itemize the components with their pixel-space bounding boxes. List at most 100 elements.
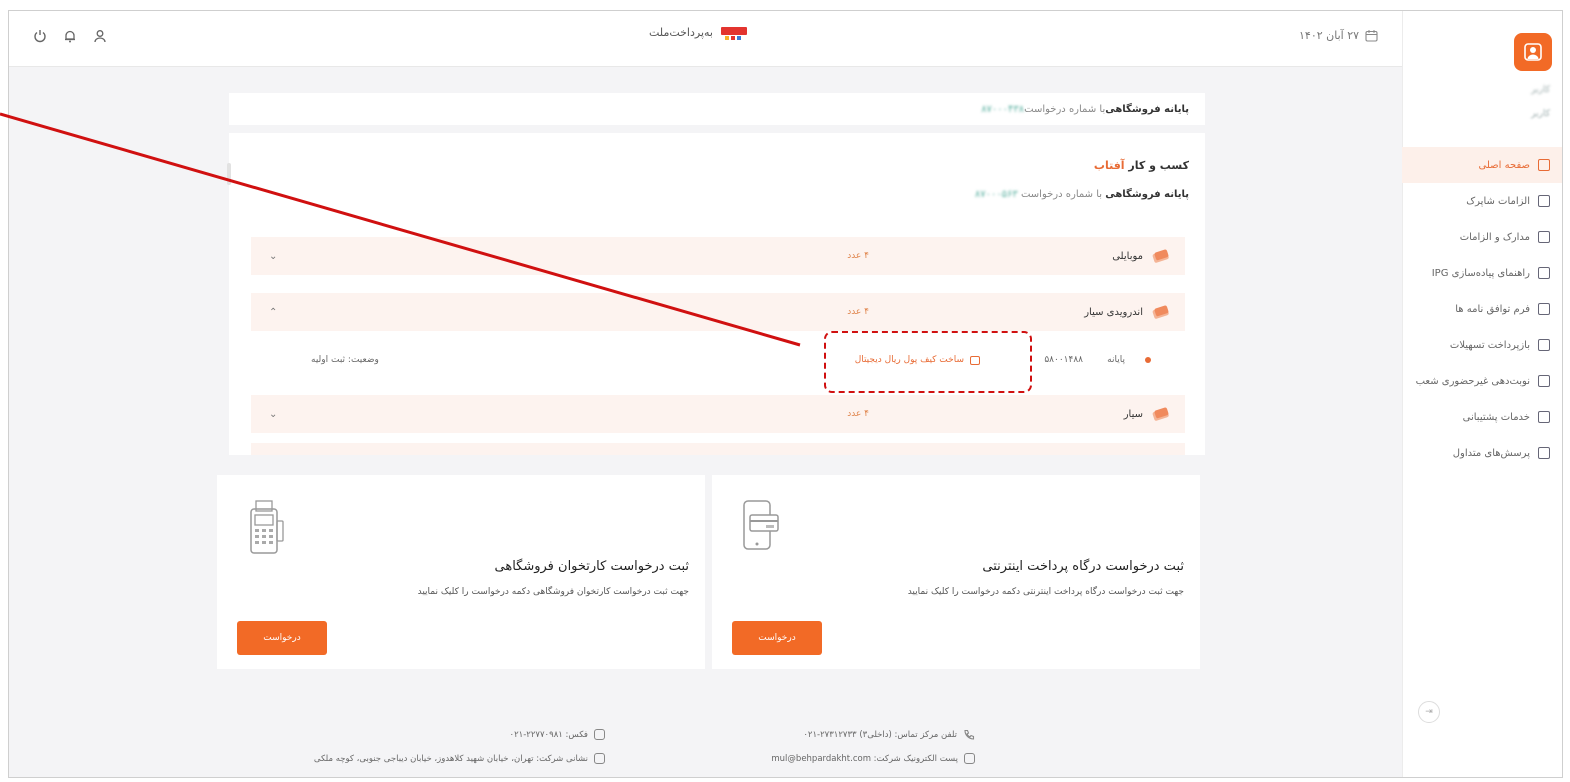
fax-icon xyxy=(594,729,605,740)
sidebar-item-ipg-guide[interactable]: راهنمای پیاده‌سازی IPG xyxy=(1402,255,1562,291)
logo-mark-icon xyxy=(720,27,747,40)
avatar[interactable] xyxy=(1514,33,1552,71)
sidebar-item-label: خدمات پشتیبانی xyxy=(1462,411,1530,423)
sidebar-item-label: بازپرداخت تسهیلات xyxy=(1449,339,1530,351)
card-payment-icon xyxy=(1152,407,1169,421)
footer-address-text: نشانی شرکت: تهران، خیابان شهید کلاهدوز، … xyxy=(313,753,588,764)
request-label: با شماره درخواست xyxy=(1024,103,1106,115)
bell-icon[interactable] xyxy=(61,27,79,45)
business-title-prefix: کسب و کار xyxy=(1124,159,1189,172)
sidebar-item-label: راهنمای پیاده‌سازی IPG xyxy=(1431,267,1530,279)
sidebar-item-support[interactable]: خدمات پشتیبانی xyxy=(1402,399,1562,435)
business-name: آفتاب xyxy=(1093,159,1125,172)
card-icon xyxy=(1538,339,1550,351)
request-number: ۸۷۰۰۰۵۶۳ xyxy=(974,189,1018,200)
logo-text: به‌پرداخت‌ملت xyxy=(649,25,713,39)
ipg-request-description: جهت ثبت درخواست درگاه پرداخت اینترنتی دک… xyxy=(907,587,1184,597)
footer-email-text[interactable]: پست الکترونیک شرکت: mul@behpardakht.com xyxy=(771,754,958,764)
sidebar-item-booking[interactable]: نوبت‌دهی غیرحضوری شعب xyxy=(1402,363,1562,399)
chevron-down-icon[interactable]: ⌄ xyxy=(269,251,277,262)
business-card: کسب و کار آفتاب پایانه فروشگاهی با شماره… xyxy=(229,133,1205,455)
footer-phone-text: تلفن مرکز تماس: (داخلی۳) ۲۷۳۱۲۷۳۳-۰۲۱ xyxy=(803,730,957,740)
sidebar-item-agreements[interactable]: فرم توافق نامه ها xyxy=(1402,291,1562,327)
terminal-label: پایانه xyxy=(1107,355,1125,365)
pos-request-button[interactable]: درخواست xyxy=(237,621,327,655)
phone-icon xyxy=(964,729,975,740)
sidebar-item-label: صفحه اصلی xyxy=(1478,159,1530,171)
top-bar: به‌پرداخت‌ملت ۲۷ آبان ۱۴۰۲ xyxy=(9,11,1402,67)
sidebar-item-label: نوبت‌دهی غیرحضوری شعب xyxy=(1415,375,1530,387)
calendar-icon xyxy=(1365,30,1378,42)
pos-terminal-icon xyxy=(250,500,284,554)
user-role: کاربر xyxy=(1531,109,1550,119)
sidebar-item-repayment[interactable]: بازپرداخت تسهیلات xyxy=(1402,327,1562,363)
footer-fax-text: فکس: ۲۲۷۷۰۹۸۱-۰۲۱ xyxy=(509,729,588,740)
sidebar-item-home[interactable]: صفحه اصلی xyxy=(1402,147,1562,183)
highlight-box xyxy=(824,331,1032,393)
request-label: با شماره درخواست xyxy=(1017,189,1106,200)
bullet-icon xyxy=(1145,357,1151,363)
arrow-right-icon: ⇥ xyxy=(1425,707,1433,717)
user-avatar-icon xyxy=(1524,43,1542,61)
request-number: ۸۷۰۰۰۴۳۸ xyxy=(981,103,1025,115)
footer: تلفن مرکز تماس: (داخلی۳) ۲۷۳۱۲۷۳۳-۰۲۱ فک… xyxy=(229,723,1205,777)
terminal-status: وضعیت: ثبت اولیه xyxy=(311,355,379,365)
ipg-request-card: ثبت درخواست درگاه پرداخت اینترنتی جهت ثب… xyxy=(712,475,1200,669)
accordion-mobile[interactable]: موبایلی ۴ عدد ⌄ xyxy=(251,237,1185,275)
sidebar-menu: صفحه اصلی الزامات شاپرک مدارک و الزامات … xyxy=(1402,147,1562,471)
accordion-count: ۴ عدد xyxy=(847,409,869,419)
request-card-top: پایانه فروشگاهی با شماره درخواست ۸۷۰۰۰۴۳… xyxy=(229,93,1205,125)
terminal-number: ۵۸۰۰۱۴۸۸ xyxy=(1044,355,1083,365)
accordion-android-mobile[interactable]: اندرویدی سیار ۴ عدد ⌃ xyxy=(251,293,1185,331)
footer-address: نشانی شرکت: تهران، خیابان شهید کلاهدوز، … xyxy=(314,753,605,764)
accordion-count: ۴ عدد xyxy=(847,307,869,317)
sidebar-item-label: فرم توافق نامه ها xyxy=(1455,303,1530,315)
id-card-icon xyxy=(1538,231,1550,243)
collapse-sidebar-button[interactable]: ⇥ xyxy=(1418,701,1440,723)
business-request: پایانه فروشگاهی با شماره درخواست ۸۷۰۰۰۵۶… xyxy=(975,189,1189,200)
card-payment-icon xyxy=(1152,249,1169,263)
sidebar-item-label: الزامات شاپرک xyxy=(1466,195,1530,207)
date-text: ۲۷ آبان ۱۴۰۲ xyxy=(1299,29,1360,42)
sidebar-item-label: پرسش‌های متداول xyxy=(1452,447,1530,459)
user-icon[interactable] xyxy=(91,27,109,45)
guide-icon xyxy=(1538,267,1550,279)
ipg-request-button[interactable]: درخواست xyxy=(732,621,822,655)
footer-phone: تلفن مرکز تماس: (داخلی۳) ۲۷۳۱۲۷۳۳-۰۲۱ xyxy=(803,729,975,741)
request-type: پایانه فروشگاهی xyxy=(1105,189,1189,200)
app-window: به‌پرداخت‌ملت ۲۷ آبان ۱۴۰۲ کاربر کاربر ص… xyxy=(8,10,1563,778)
chevron-up-icon[interactable]: ⌃ xyxy=(269,307,277,318)
accordion-portable[interactable]: سیار ۴ عدد ⌄ xyxy=(251,395,1185,433)
current-date: ۲۷ آبان ۱۴۰۲ xyxy=(1299,29,1378,42)
sidebar: کاربر کاربر صفحه اصلی الزامات شاپرک مدار… xyxy=(1402,11,1562,777)
calendar-icon xyxy=(1538,375,1550,387)
sidebar-item-documents[interactable]: مدارک و الزامات xyxy=(1402,219,1562,255)
top-actions xyxy=(31,27,109,45)
location-icon xyxy=(594,753,605,764)
accordion-title: سیار xyxy=(1123,408,1143,420)
power-icon[interactable] xyxy=(31,27,49,45)
ipg-request-title: ثبت درخواست درگاه پرداخت اینترنتی xyxy=(982,559,1184,574)
chat-icon xyxy=(1538,447,1550,459)
brand-logo: به‌پرداخت‌ملت xyxy=(649,23,749,41)
accordion-next-partial[interactable] xyxy=(251,443,1185,455)
business-title: کسب و کار آفتاب xyxy=(1094,159,1189,172)
sidebar-item-label: مدارک و الزامات xyxy=(1459,231,1530,243)
request-type: پایانه فروشگاهی xyxy=(1105,103,1189,115)
pos-request-description: جهت ثبت درخواست کارتخوان فروشگاهی دکمه د… xyxy=(417,587,689,597)
mobile-payment-icon xyxy=(743,500,779,550)
sidebar-item-faq[interactable]: پرسش‌های متداول xyxy=(1402,435,1562,471)
mail-icon xyxy=(964,753,975,764)
footer-fax: فکس: ۲۲۷۷۰۹۸۱-۰۲۱ xyxy=(510,729,605,740)
mail-icon xyxy=(1538,411,1550,423)
card-payment-icon xyxy=(1152,305,1169,319)
sidebar-item-shaparak[interactable]: الزامات شاپرک xyxy=(1402,183,1562,219)
pos-request-card: ثبت درخواست کارتخوان فروشگاهی جهت ثبت در… xyxy=(217,475,705,669)
terminal-row: پایانه ۵۸۰۰۱۴۸۸ ساخت کیف پول ریال دیجیتا… xyxy=(251,341,1185,385)
chevron-down-icon[interactable]: ⌄ xyxy=(269,409,277,420)
footer-email: پست الکترونیک شرکت: mul@behpardakht.com xyxy=(771,753,975,764)
scrollbar-thumb[interactable] xyxy=(227,163,231,185)
pos-request-title: ثبت درخواست کارتخوان فروشگاهی xyxy=(494,559,690,574)
document-icon xyxy=(1538,195,1550,207)
home-icon xyxy=(1538,159,1550,171)
